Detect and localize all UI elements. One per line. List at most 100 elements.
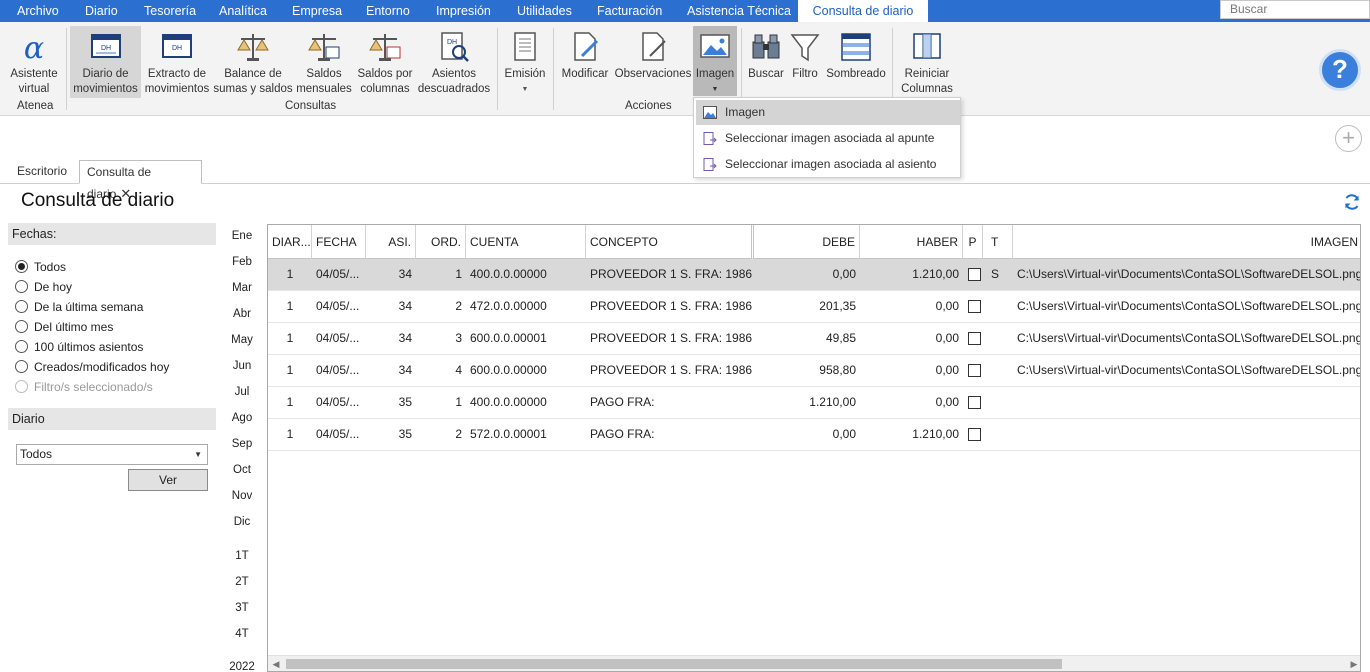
observaciones-button[interactable]: Observaciones — [614, 28, 692, 82]
col-header-ord[interactable]: ORD. — [416, 225, 466, 259]
col-header-asi[interactable]: ASI. — [366, 225, 416, 259]
imagen-button[interactable]: Imagen ▼ — [693, 26, 737, 96]
checkbox-p[interactable] — [968, 428, 981, 441]
asientos-descuadrados-button[interactable]: DH Asientos descuadrados — [417, 28, 491, 97]
month-dic[interactable]: Dic — [218, 516, 266, 528]
menu-facturacion[interactable]: Facturación — [595, 0, 664, 22]
quarter-2t[interactable]: 2T — [218, 576, 266, 588]
menu-consulta-de-diario[interactable]: Consulta de diario — [798, 0, 928, 22]
col-header-haber[interactable]: HABER — [860, 225, 963, 259]
checkbox-p[interactable] — [968, 268, 981, 281]
menu-asistencia-tecnica[interactable]: Asistencia Técnica — [685, 0, 793, 22]
menu-impresion[interactable]: Impresión — [434, 0, 493, 22]
col-header-diario[interactable]: DIAR... — [268, 225, 312, 259]
radio-button[interactable] — [15, 300, 28, 313]
radio-button[interactable] — [15, 280, 28, 293]
month-abr[interactable]: Abr — [218, 308, 266, 320]
year-label[interactable]: 2022 — [218, 661, 266, 672]
buscar-button[interactable]: Buscar — [746, 28, 786, 82]
month-jun[interactable]: Jun — [218, 360, 266, 372]
radio-creados-hoy[interactable]: Creados/modificados hoy — [15, 358, 169, 376]
radio-button[interactable] — [15, 320, 28, 333]
menu-analitica[interactable]: Analítica — [217, 0, 269, 22]
reiniciar-columnas-button[interactable]: Reiniciar Columnas — [897, 28, 957, 97]
cell-debe: 1.210,00 — [809, 395, 856, 409]
menu-item-imagen-apunte[interactable]: Seleccionar imagen asociada al apunte — [696, 126, 960, 151]
scrollbar-thumb[interactable] — [286, 659, 1062, 669]
menu-utilidades[interactable]: Utilidades — [515, 0, 574, 22]
menu-item-imagen[interactable]: Imagen — [696, 100, 960, 125]
checkbox-p[interactable] — [968, 396, 981, 409]
table-row[interactable]: 1 04/05/... 34 1 400.0.0.00000 PROVEEDOR 1 S.… — [268, 259, 1360, 291]
checkbox-p[interactable] — [968, 364, 981, 377]
menu-empresa[interactable]: Empresa — [290, 0, 344, 22]
cell-haber: 0,00 — [935, 331, 959, 345]
radio-ultimo-mes[interactable]: Del último mes — [15, 318, 113, 336]
table-row[interactable]: 1 04/05/... 35 2 572.0.0.00001 PAGO FRA: 0,00 1… — [268, 419, 1360, 451]
month-feb[interactable]: Feb — [218, 256, 266, 268]
radio-button[interactable] — [15, 360, 28, 373]
checkbox-p[interactable] — [968, 300, 981, 313]
saldos-columnas-button[interactable]: Saldos por columnas — [355, 28, 415, 97]
month-sep[interactable]: Sep — [218, 438, 266, 450]
table-row[interactable]: 1 04/05/... 34 2 472.0.0.00000 PROVEEDOR 1 S.… — [268, 291, 1360, 323]
col-header-imagen[interactable]: IMAGEN — [1013, 225, 1360, 259]
month-mar[interactable]: Mar — [218, 282, 266, 294]
search-input[interactable]: Buscar — [1220, 0, 1370, 19]
menu-diario[interactable]: Diario — [83, 0, 120, 22]
col-header-t[interactable]: T — [983, 225, 1013, 259]
month-may[interactable]: May — [218, 334, 266, 346]
month-nov[interactable]: Nov — [218, 490, 266, 502]
filtro-button[interactable]: Filtro — [788, 28, 822, 82]
table-row[interactable]: 1 04/05/... 35 1 400.0.0.00000 PAGO FRA: 1.210… — [268, 387, 1360, 419]
month-ene[interactable]: Ene — [218, 230, 266, 242]
radio-button[interactable] — [15, 340, 28, 353]
horizontal-scrollbar[interactable]: ◀ ▶ — [268, 655, 1360, 671]
add-tab-button[interactable]: + — [1335, 125, 1362, 152]
tab-escritorio[interactable]: Escritorio — [10, 160, 74, 184]
checkbox-p[interactable] — [968, 332, 981, 345]
col-header-fecha[interactable]: FECHA — [312, 225, 366, 259]
help-button[interactable]: ? — [1319, 49, 1361, 91]
month-jul[interactable]: Jul — [218, 386, 266, 398]
tab-consulta-de-diario[interactable]: Consulta de diario ✕ — [79, 160, 202, 201]
menu-item-imagen-asiento[interactable]: Seleccionar imagen asociada al asiento — [696, 152, 960, 177]
col-header-debe[interactable]: DEBE — [754, 225, 860, 259]
menu-archivo[interactable]: Archivo — [15, 0, 61, 22]
balance-sumas-saldos-button[interactable]: Balance de sumas y saldos — [213, 28, 293, 97]
asistente-virtual-button[interactable]: α Asistente virtual — [6, 28, 62, 96]
table-row[interactable]: 1 04/05/... 34 3 600.0.0.00001 PROVEEDOR 1 S.… — [268, 323, 1360, 355]
radio-button[interactable] — [15, 260, 28, 273]
scroll-right-icon[interactable]: ▶ — [1346, 656, 1360, 671]
cell-concepto: PROVEEDOR 1 S. FRA: 1986 — [590, 299, 753, 313]
quarter-4t[interactable]: 4T — [218, 628, 266, 640]
fechas-header: Fechas: — [8, 223, 216, 245]
quarter-1t[interactable]: 1T — [218, 550, 266, 562]
sombreado-button[interactable]: Sombreado — [825, 28, 887, 82]
radio-todos[interactable]: Todos — [15, 258, 66, 276]
radio-de-hoy[interactable]: De hoy — [15, 278, 72, 296]
scroll-left-icon[interactable]: ◀ — [268, 656, 284, 671]
cell-diario: 1 — [286, 427, 294, 441]
cell-fecha: 04/05/... — [316, 427, 360, 441]
menu-entorno[interactable]: Entorno — [364, 0, 412, 22]
col-header-cuenta[interactable]: CUENTA — [466, 225, 586, 259]
month-ago[interactable]: Ago — [218, 412, 266, 424]
emision-button[interactable]: Emisión ▼ — [502, 28, 548, 97]
table-row[interactable]: 1 04/05/... 34 4 600.0.0.00000 PROVEEDOR 1 S.… — [268, 355, 1360, 387]
ver-button[interactable]: Ver — [128, 469, 208, 491]
quarter-3t[interactable]: 3T — [218, 602, 266, 614]
saldos-mensuales-button[interactable]: Saldos mensuales — [295, 28, 353, 97]
col-header-p[interactable]: P — [963, 225, 983, 259]
refresh-icon[interactable] — [1343, 193, 1361, 211]
radio-ultima-semana[interactable]: De la última semana — [15, 298, 143, 316]
modificar-button[interactable]: Modificar — [558, 28, 612, 82]
diario-select[interactable]: Todos ▼ — [16, 444, 208, 465]
month-oct[interactable]: Oct — [218, 464, 266, 476]
diario-movimientos-button[interactable]: DH Diario de movimientos — [70, 26, 141, 98]
menu-tesoreria[interactable]: Tesorería — [142, 0, 198, 22]
extracto-movimientos-button[interactable]: DH Extracto de movimientos — [143, 28, 211, 97]
col-header-concepto[interactable]: CONCEPTO — [586, 225, 754, 259]
radio-100-ultimos[interactable]: 100 últimos asientos — [15, 338, 143, 356]
cell-asi: 34 — [398, 267, 412, 281]
